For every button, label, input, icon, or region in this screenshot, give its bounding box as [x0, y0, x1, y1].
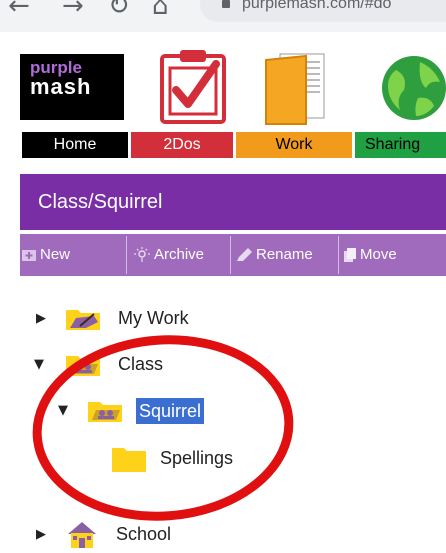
- tree-item-school[interactable]: ▶ School: [36, 520, 236, 550]
- toolbar-divider: [230, 236, 231, 274]
- folder-path-title: Class/Squirrel: [20, 174, 446, 230]
- tab-2dos[interactable]: 2Dos: [131, 132, 233, 158]
- toolbar-divider: [126, 236, 127, 274]
- new-folder-icon: [22, 250, 36, 262]
- back-icon[interactable]: ←: [8, 0, 30, 21]
- tab-work[interactable]: Work: [236, 132, 352, 158]
- move-button-label: Move: [360, 246, 397, 263]
- clipboard-check-icon[interactable]: [158, 46, 228, 126]
- tree-label-squirrel: Squirrel: [136, 398, 205, 424]
- tab-home[interactable]: Home: [22, 132, 128, 158]
- lightbulb-icon: [134, 247, 150, 263]
- school-house-icon: [68, 522, 96, 548]
- toolbar-divider: [338, 236, 339, 274]
- archive-button-label: Archive: [154, 246, 205, 263]
- address-bar[interactable]: purplemash.com/#do: [200, 0, 446, 22]
- reload-icon[interactable]: ↻: [108, 0, 130, 21]
- folder-people-icon: [88, 402, 122, 422]
- folder-icon: [112, 448, 146, 472]
- globe-icon[interactable]: [374, 46, 446, 126]
- archive-button[interactable]: Archive: [134, 234, 204, 276]
- folder-people-icon: [66, 356, 100, 376]
- address-text: purplemash.com/#do: [242, 0, 392, 12]
- caret-down-icon[interactable]: ▼: [34, 357, 44, 372]
- logo-line-mash: mash: [30, 74, 92, 99]
- folder-pencil-icon: [66, 310, 100, 330]
- tab-sharing[interactable]: Sharing: [355, 132, 446, 158]
- pencil-icon: [237, 248, 252, 262]
- home-icon[interactable]: ⌂: [152, 0, 169, 21]
- tree-item-class[interactable]: ▼ Class: [34, 350, 236, 380]
- file-toolbar: New Archive Rename Move: [20, 234, 446, 276]
- purple-mash-logo[interactable]: purple mash: [20, 54, 124, 120]
- tree-label-class: Class: [118, 354, 164, 374]
- tree-label-my-work: My Work: [118, 308, 189, 328]
- forward-icon[interactable]: →: [62, 0, 84, 21]
- tree-label-school: School: [116, 524, 172, 544]
- caret-right-icon[interactable]: ▶: [36, 527, 46, 542]
- move-document-icon: [344, 248, 356, 263]
- rename-button-label: Rename: [256, 246, 313, 263]
- tree-item-spellings[interactable]: Spellings: [110, 444, 270, 474]
- app-tab-bar: Home 2Dos Work Sharing: [0, 132, 446, 158]
- caret-right-icon[interactable]: ▶: [36, 311, 46, 326]
- new-button-label: New: [40, 246, 71, 263]
- caret-down-icon[interactable]: ▼: [58, 403, 68, 418]
- folder-document-icon[interactable]: [262, 46, 328, 126]
- tree-item-my-work[interactable]: ▶ My Work: [36, 304, 236, 334]
- rename-button[interactable]: Rename: [236, 234, 313, 276]
- lock-icon: [222, 0, 230, 8]
- move-button[interactable]: Move: [344, 234, 397, 276]
- tree-item-squirrel[interactable]: ▼ Squirrel: [58, 396, 260, 426]
- tree-label-spellings: Spellings: [160, 448, 234, 468]
- new-button[interactable]: New: [22, 234, 70, 276]
- browser-toolbar: ← → ↻ ⌂ purplemash.com/#do: [0, 0, 446, 32]
